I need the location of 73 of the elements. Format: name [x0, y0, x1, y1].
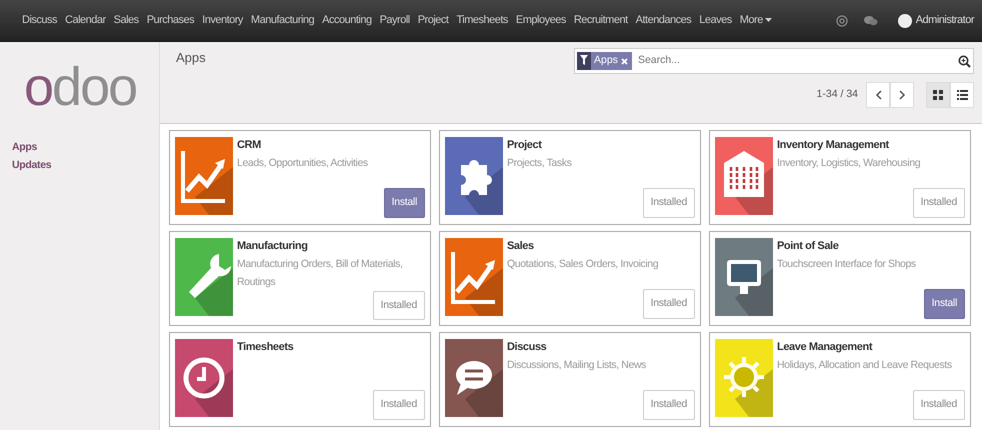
caret-icon [765, 18, 772, 23]
close-icon[interactable] [620, 58, 628, 64]
kanban-view-button[interactable] [926, 82, 950, 108]
more-menu[interactable]: More [736, 12, 776, 29]
list-view-button[interactable] [950, 82, 974, 108]
app-name: CRM [237, 138, 262, 153]
install-button[interactable]: Install [924, 289, 965, 319]
installed-button[interactable]: Installed [912, 390, 965, 420]
menu-link[interactable]: Leaves [695, 12, 736, 29]
menu-link[interactable]: Discuss [18, 12, 62, 29]
app-card[interactable]: Sales Quotations, Sales Orders, Invoicing Installed [439, 231, 701, 326]
app-summary: Touchscreen Interface for Shops [777, 256, 917, 272]
app-name: Point of Sale [777, 239, 840, 254]
app-name: Manufacturing [237, 239, 309, 254]
filter-facet[interactable]: Apps [577, 52, 632, 70]
app-summary: Quotations, Sales Orders, Invoicing [507, 256, 660, 272]
menu-link[interactable]: Inventory [198, 12, 247, 29]
search-field[interactable]: Apps Search... [574, 48, 974, 74]
app-name: Leave Management [777, 340, 874, 355]
app-summary: Leads, Opportunities, Activities [237, 156, 369, 170]
pager-text: 1-34 / 34 [816, 87, 858, 102]
chat-icon[interactable] [864, 14, 878, 26]
next-button[interactable] [890, 82, 914, 108]
menu-link[interactable]: Payroll [376, 12, 414, 29]
app-summary: Holidays, Allocation and Leave Requests [777, 358, 953, 372]
menu-link[interactable]: Manufacturing [246, 12, 318, 29]
menu-link[interactable]: Timesheets [452, 12, 512, 29]
menu-link[interactable]: Purchases [142, 12, 198, 29]
menu-link[interactable]: Sales [110, 12, 143, 29]
app-name: Timesheets [237, 340, 294, 355]
app-name: Sales [507, 239, 535, 254]
app-card[interactable]: Manufacturing Manufacturing Orders, Bill of Materials, Routings Installed [169, 231, 431, 326]
app-card[interactable]: Point of Sale Touchscreen Interface for Shops Install [709, 231, 971, 326]
app-card[interactable]: Project Projects, Tasks Installed [439, 130, 701, 225]
grid-icon [933, 90, 943, 100]
app-card[interactable]: Timesheets Installed [169, 332, 431, 427]
menu-link[interactable]: Employees [512, 12, 570, 29]
app-name: Inventory Management [777, 138, 890, 153]
sidebar-item[interactable]: Apps [0, 138, 159, 156]
app-card[interactable]: CRM Leads, Opportunities, Activities Install [169, 130, 431, 225]
app-summary: Discussions, Mailing Lists, News [507, 358, 647, 372]
at-icon[interactable] [836, 14, 848, 26]
user-menu[interactable]: Administrator [894, 12, 978, 29]
installed-button[interactable]: Installed [642, 289, 695, 319]
installed-button[interactable]: Installed [642, 188, 695, 218]
install-button[interactable]: Install [384, 188, 425, 218]
chevron-right-icon [898, 90, 906, 100]
sidebar-item[interactable]: Updates [0, 156, 159, 174]
menu-link[interactable]: Recruitment [570, 12, 632, 29]
app-summary: Inventory, Logistics, Warehousing [777, 156, 922, 170]
menu-link[interactable]: Calendar [61, 12, 110, 29]
installed-button[interactable]: Installed [372, 390, 425, 420]
app-card[interactable]: Leave Management Holidays, Allocation and Leave Requests Installed [709, 332, 971, 427]
installed-button[interactable]: Installed [372, 290, 425, 320]
previous-button[interactable] [866, 82, 890, 108]
list-icon [956, 90, 968, 100]
installed-button[interactable]: Installed [912, 188, 965, 218]
installed-button[interactable]: Installed [642, 390, 695, 420]
logo: odoo [23, 56, 138, 114]
app-name: Discuss [507, 340, 548, 355]
search-icon[interactable] [958, 54, 971, 68]
app-card[interactable]: Discuss Discussions, Mailing Lists, News Installed [439, 332, 701, 427]
menu-link[interactable]: Attendances [632, 12, 696, 29]
menu-link[interactable]: Accounting [318, 12, 376, 29]
menu-link[interactable]: Project [414, 12, 452, 29]
filter-icon [580, 55, 588, 66]
page-title: Apps [176, 49, 206, 67]
app-name: Project [507, 138, 543, 153]
app-summary: Manufacturing Orders, Bill of Materials, Routings [237, 256, 404, 290]
app-summary: Projects, Tasks [507, 156, 572, 170]
avatar-icon [898, 14, 912, 28]
app-card[interactable]: Inventory Management Inventory, Logistics, Warehousing Installed [709, 130, 971, 225]
chevron-left-icon [874, 90, 882, 100]
